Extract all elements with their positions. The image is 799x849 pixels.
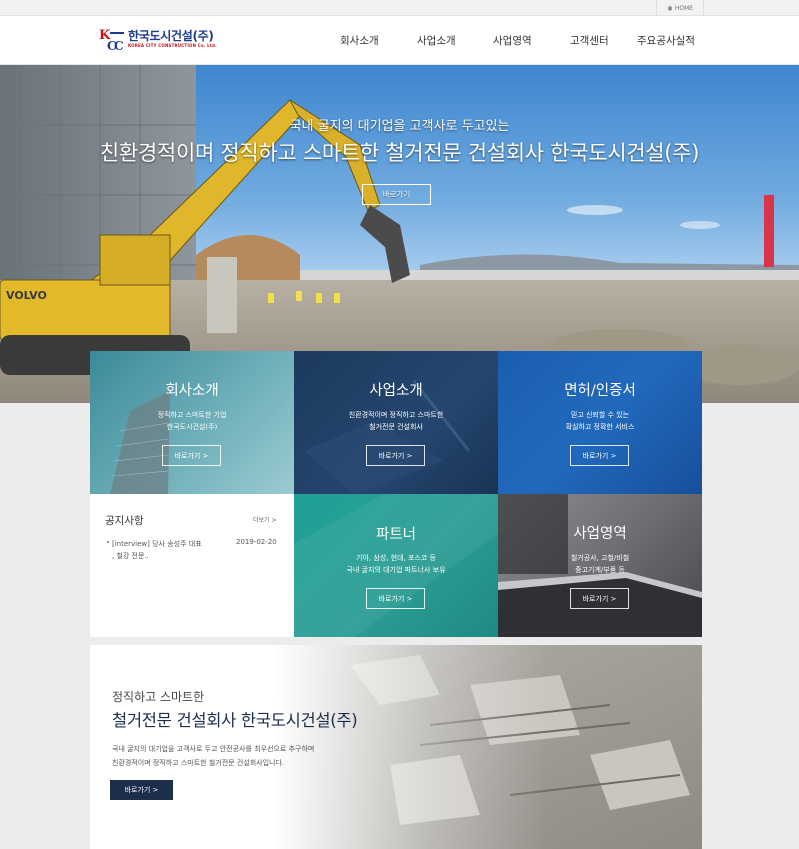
nav-item-business[interactable]: 사업소개 <box>417 33 456 48</box>
tile-business-title: 사업소개 <box>369 383 423 399</box>
tile-business-area-title: 사업영역 <box>573 526 627 542</box>
tile-partner-desc-1: 기아, 삼성, 현대, 포스코 등 <box>356 554 436 562</box>
tile-license-button[interactable]: 바로가기 > <box>570 445 629 466</box>
tile-partner-title: 파트너 <box>375 527 417 543</box>
logo-mark-icon: K C C <box>99 27 125 53</box>
tile-business-area-desc-2: 중고기계/부품 등 <box>575 566 625 574</box>
home-link[interactable]: HOME <box>656 0 704 16</box>
tile-partner-button[interactable]: 바로가기 > <box>366 588 425 609</box>
tile-company[interactable]: 회사소개 정직하고 스마트한 기업 한국도시건설(주) 바로가기 > <box>90 351 294 494</box>
logo-english-name: KOREA CITY CONSTRUCTION Co. Ltd. <box>128 43 217 48</box>
nav-item-business-area[interactable]: 사업영역 <box>493 33 532 48</box>
hero-title: 친환경적이며 정직하고 스마트한 철거전문 건설회사 한국도시건설(주) <box>99 141 700 165</box>
tile-license-desc-2: 확실하고 정확한 서비스 <box>565 423 635 431</box>
notice-item-date: 2019-02-20 <box>236 538 277 546</box>
site-header: K C C 한국도시건설(주) KOREA CITY CONSTRUCTION … <box>0 16 799 65</box>
about-cta-button[interactable]: 바로가기 > <box>110 780 173 800</box>
tile-company-title: 회사소개 <box>165 383 219 399</box>
about-desc-line-1: 국내 굴지의 대기업을 고객사로 두고 안전공사를 최우선으로 추구하며 <box>112 745 315 753</box>
svg-text:VOLVO: VOLVO <box>6 289 47 302</box>
tile-license-desc-1: 믿고 신뢰할 수 있는 <box>570 411 630 419</box>
tile-partner[interactable]: 파트너 기아, 삼성, 현대, 포스코 등 국내 굴지의 대기업 파트너사 보유… <box>294 494 498 637</box>
tile-business-area-button[interactable]: 바로가기 > <box>570 588 629 609</box>
tile-business[interactable]: 사업소개 친환경적이며 정직하고 스마트한 철거전문 건설회사 바로가기 > <box>294 351 498 494</box>
notice-board: 공지사항 더보기 > [interview] 당사 송성주 대표 , 철강 전문… <box>90 494 294 637</box>
site-logo[interactable]: K C C 한국도시건설(주) KOREA CITY CONSTRUCTION … <box>99 27 217 53</box>
hero-subtitle: 국내 굴지의 대기업을 고객사로 두고있는 <box>289 119 510 134</box>
hero-cta-button[interactable]: 바로가기 <box>362 184 431 205</box>
about-subtitle: 정직하고 스마트한 <box>112 690 205 704</box>
tile-company-desc-1: 정직하고 스마트한 기업 <box>157 411 227 419</box>
tile-partner-desc-2: 국내 굴지의 대기업 파트너사 보유 <box>346 566 446 574</box>
nav-item-company[interactable]: 회사소개 <box>340 33 379 48</box>
about-description: 국내 굴지의 대기업을 고객사로 두고 안전공사를 최우선으로 추구하며 친환경… <box>112 742 314 770</box>
tile-license-title: 면허/인증서 <box>564 383 636 399</box>
about-desc-line-2: 친환경적이며 정직하고 스마트한 철거전문 건설회사입니다. <box>112 759 285 767</box>
home-icon <box>667 5 673 11</box>
notice-more-link[interactable]: 더보기 > <box>253 515 277 524</box>
home-label: HOME <box>674 4 694 12</box>
about-section: 정직하고 스마트한 철거전문 건설회사 한국도시건설(주) 국내 굴지의 대기업… <box>90 645 702 849</box>
nav-item-projects[interactable]: 주요공사실적 <box>637 33 695 48</box>
top-utility-bar: HOME <box>0 0 799 16</box>
about-title: 철거전문 건설회사 한국도시건설(주) <box>112 711 358 730</box>
tile-business-button[interactable]: 바로가기 > <box>366 445 425 466</box>
notice-title: 공지사항 <box>105 515 144 527</box>
tile-business-desc-2: 철거전문 건설회사 <box>369 423 423 431</box>
nav-item-customer-center[interactable]: 고객센터 <box>570 33 609 48</box>
tile-business-area[interactable]: 사업영역 철거공사, 고철/비철 중고기계/부품 등 바로가기 > <box>498 494 702 637</box>
logo-name: 한국도시건설(주) <box>128 29 214 43</box>
notice-item-link[interactable]: [interview] 당사 송성주 대표 , 철강 전문.. <box>108 538 203 562</box>
tile-business-area-desc-1: 철거공사, 고철/비철 <box>570 554 630 562</box>
tile-company-button[interactable]: 바로가기 > <box>162 445 221 466</box>
tile-company-desc-2: 한국도시건설(주) <box>166 423 218 431</box>
tile-license[interactable]: 면허/인증서 믿고 신뢰할 수 있는 확실하고 정확한 서비스 바로가기 > <box>498 351 702 494</box>
svg-text:C: C <box>114 39 124 51</box>
tile-business-desc-1: 친환경적이며 정직하고 스마트한 <box>348 411 444 419</box>
